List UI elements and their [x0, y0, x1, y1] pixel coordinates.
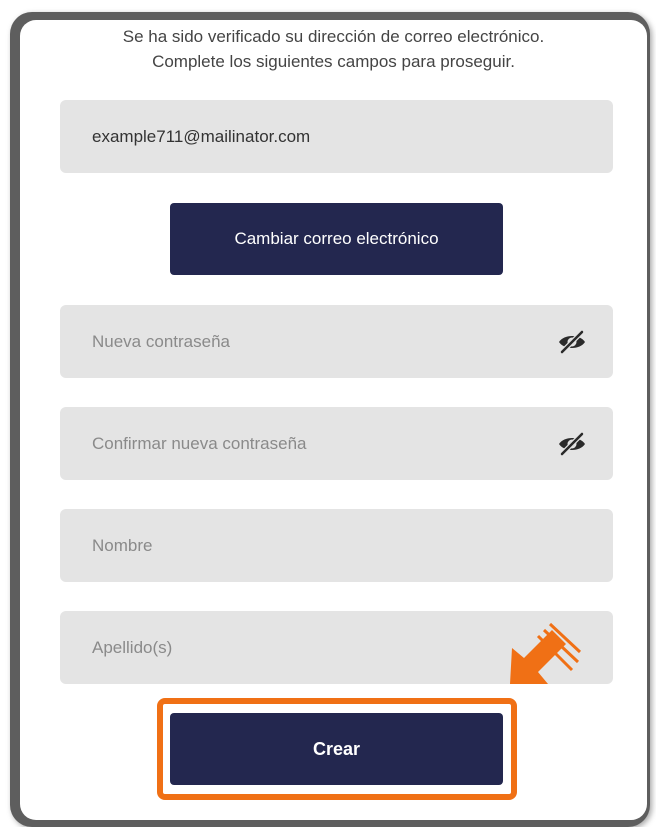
first-name-placeholder: Nombre — [92, 535, 153, 555]
change-email-label: Cambiar correo electrónico — [234, 229, 439, 248]
email-field[interactable]: example711@mailinator.com — [60, 100, 613, 173]
create-button[interactable]: Crear — [170, 713, 503, 785]
eye-slash-icon[interactable] — [557, 431, 587, 456]
intro-text: Se ha sido verificado su dirección de co… — [20, 24, 647, 74]
new-password-field[interactable]: Nueva contraseña — [60, 305, 613, 378]
confirm-password-placeholder: Confirmar nueva contraseña — [92, 433, 307, 453]
new-password-placeholder: Nueva contraseña — [92, 331, 230, 351]
eye-slash-icon[interactable] — [557, 329, 587, 354]
pointer-arrow-icon — [510, 622, 582, 684]
change-email-button[interactable]: Cambiar correo electrónico — [170, 203, 503, 275]
intro-line-2: Complete los siguientes campos para pros… — [152, 52, 515, 71]
create-label: Crear — [312, 738, 361, 759]
first-name-field[interactable]: Nombre — [60, 509, 613, 582]
email-value: example711@mailinator.com — [92, 126, 311, 146]
confirm-password-field[interactable]: Confirmar nueva contraseña — [60, 407, 613, 480]
last-name-placeholder: Apellido(s) — [92, 637, 173, 657]
intro-line-1: Se ha sido verificado su dirección de co… — [122, 27, 545, 46]
